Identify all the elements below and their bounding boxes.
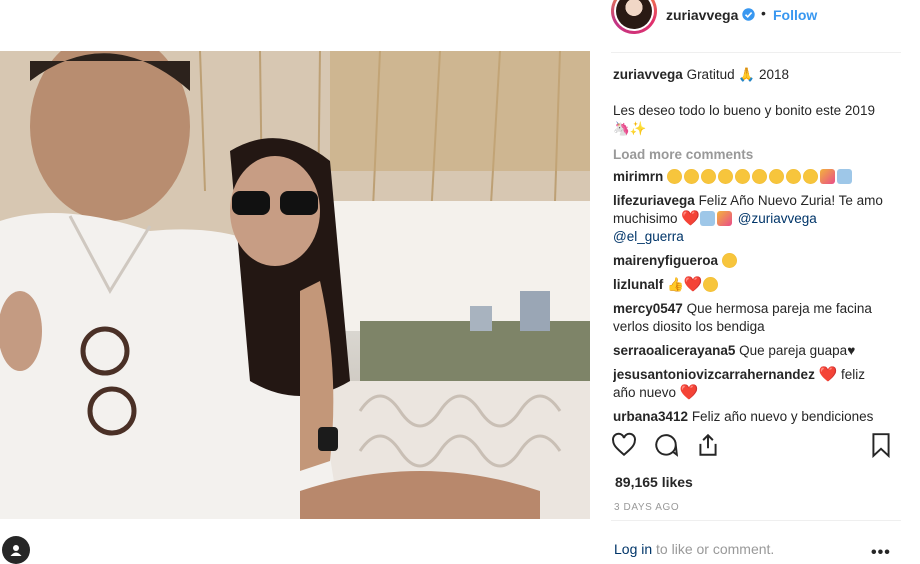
mention-link[interactable]: @zuriavvega: [738, 211, 817, 226]
comment-username[interactable]: mirimrn: [613, 169, 663, 184]
heart-emoji-icon: ❤️: [679, 384, 699, 401]
mention-link[interactable]: @el_guerra: [613, 229, 684, 244]
post-header: zuriavvega • Follow: [611, 0, 901, 53]
user-tag-icon[interactable]: [2, 536, 30, 564]
comment-row: jesusantoniovizcarrahernandez ❤️ feliz a…: [613, 366, 901, 402]
caption-username[interactable]: zuriavvega: [613, 67, 683, 82]
comment-username[interactable]: mairenyfigueroa: [613, 253, 718, 268]
login-prompt: Log in to like or comment.: [614, 541, 774, 557]
heart-eyes-emoji-icon: [721, 253, 737, 268]
pray-emoji-icon: 🙏: [738, 67, 756, 82]
comment-text: Feliz año nuevo y bendiciones: [691, 409, 874, 424]
comment-icon[interactable]: [653, 432, 679, 461]
thumbs-up-emoji-icon: 👍: [667, 277, 684, 292]
caption-line2: Les deseo todo lo bueno y bonito este 20…: [613, 103, 875, 136]
comment-row: serraoalicerayana5 Que pareja guapa♥: [613, 342, 901, 360]
header-username[interactable]: zuriavvega: [666, 7, 738, 23]
comment-row: lifezuriavega Feliz Año Nuevo Zuria! Te …: [613, 192, 901, 246]
comment-row: lizlunalf 👍❤️: [613, 276, 901, 294]
comment-username[interactable]: lizlunalf: [613, 277, 663, 292]
comment-row: urbana3412 Feliz año nuevo y bendiciones: [613, 408, 901, 426]
comment-text: Que pareja guapa♥: [739, 343, 856, 358]
comment-row: mirimrn: [613, 168, 901, 186]
heart-emoji-icon: ❤️: [681, 210, 700, 227]
login-link[interactable]: Log in: [614, 541, 652, 557]
post-date[interactable]: 3 DAYS AGO: [614, 502, 679, 513]
post-actions: [611, 432, 901, 468]
post-caption: zuriavvega Gratitud 🙏 2018: [613, 66, 901, 84]
divider: [611, 520, 901, 521]
unicorn-emoji-icon: 🦄✨: [613, 121, 647, 136]
load-more-comments-button[interactable]: Load more comments: [613, 147, 901, 162]
bookmark-icon[interactable]: [869, 432, 893, 461]
heart-emoji-icon: ❤️: [818, 366, 838, 383]
header-separator: •: [761, 5, 766, 21]
fireworks-emoji-icon: [699, 211, 715, 226]
login-prompt-text: to like or comment.: [656, 541, 775, 557]
comment-username[interactable]: jesusantoniovizcarrahernandez: [613, 367, 815, 382]
more-options-icon[interactable]: •••: [871, 544, 891, 562]
heart-emoji-icon: ❤️: [683, 276, 703, 293]
share-icon[interactable]: [695, 432, 721, 461]
comments-list[interactable]: zuriavvega Gratitud 🙏 2018 Les deseo tod…: [613, 60, 901, 426]
follow-button[interactable]: Follow: [773, 7, 817, 23]
comment-row: mercy0547 Que hermosa pareja me facina v…: [613, 300, 901, 336]
comment-username[interactable]: urbana3412: [613, 409, 688, 424]
comment-username[interactable]: lifezuriavega: [613, 193, 695, 208]
verified-badge-icon: [742, 8, 755, 24]
comment-text-continued: año nuevo: [613, 385, 677, 400]
party-emoji-icon: [716, 211, 732, 226]
heart-icon[interactable]: [611, 432, 637, 461]
likes-count[interactable]: 89,165 likes: [615, 474, 693, 490]
avatar[interactable]: [611, 0, 657, 34]
emoji-string-icon: [667, 169, 854, 184]
couple-photo-image: [0, 51, 590, 519]
comment-row: mairenyfigueroa: [613, 252, 901, 270]
post-photo[interactable]: [0, 51, 590, 519]
comment-username[interactable]: mercy0547: [613, 301, 683, 316]
heart-eyes-emoji-icon: [702, 277, 718, 292]
comment-text: feliz: [841, 367, 866, 382]
caption-year: 2018: [758, 67, 789, 82]
caption-text: Gratitud: [686, 67, 735, 82]
comment-username[interactable]: serraoalicerayana5: [613, 343, 735, 358]
